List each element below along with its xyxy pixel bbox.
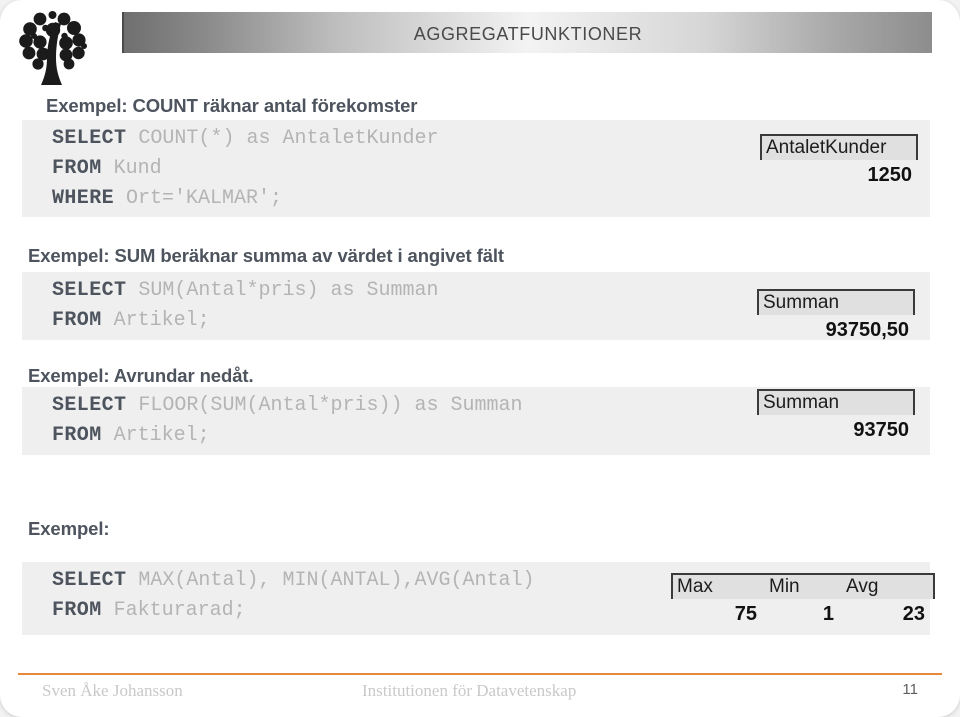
table-header-row: Max Min Avg [671, 573, 935, 599]
table-row: 75 1 23 [671, 599, 935, 629]
example-heading-floor: Exempel: Avrundar nedåt. [28, 365, 254, 386]
table-header-row: AntaletKunder [760, 134, 918, 160]
result-table-sum: Summan 93750,50 [757, 289, 915, 345]
sql-body: FLOOR(SUM(Antal*pris)) as Summan [126, 394, 523, 417]
sql-keyword: SELECT [52, 127, 127, 150]
page-number: 11 [902, 681, 918, 698]
footer-department: Institutionen för Datavetenskap [362, 681, 577, 700]
sql-keyword: SELECT [52, 394, 127, 417]
column-header: Min [769, 576, 800, 597]
sql-body: Fakturarad; [101, 599, 246, 622]
column-header: AntaletKunder [766, 137, 887, 158]
table-row: 1250 [760, 160, 918, 190]
tree-logo-icon [14, 6, 92, 88]
page-title: Aggregatfunktioner [413, 18, 643, 46]
table-row: 93750,50 [757, 315, 915, 345]
table-row: 93750 [757, 415, 915, 445]
sql-keyword: FROM [52, 424, 102, 447]
slide-header: Aggregatfunktioner [0, 0, 960, 92]
cell-value: 93750,50 [825, 318, 909, 341]
sql-body: COUNT(*) as AntaletKunder [126, 127, 439, 150]
column-header: Avg [846, 576, 879, 597]
sql-body: Kund [101, 157, 162, 180]
table-header-row: Summan [757, 289, 915, 315]
example-heading-aggregates: Exempel: [28, 518, 110, 539]
cell-value: 75 [734, 602, 757, 625]
column-header: Summan [763, 292, 840, 313]
title-bar: Aggregatfunktioner [122, 12, 932, 53]
result-table-floor: Summan 93750 [757, 389, 915, 445]
sql-keyword: WHERE [52, 187, 115, 210]
example-heading-sum: Exempel: SUM beräknar summa av värdet i … [28, 245, 504, 266]
sql-body: MAX(Antal), MIN(ANTAL),AVG(Antal) [126, 569, 535, 592]
sql-keyword: FROM [52, 599, 102, 622]
slide-canvas: Aggregatfunktioner Exempel: COUNT räknar… [0, 0, 960, 717]
sql-keyword: FROM [52, 309, 102, 332]
sql-keyword: SELECT [52, 569, 127, 592]
result-table-count: AntaletKunder 1250 [760, 134, 918, 190]
sql-body: Ort='KALMAR'; [114, 187, 283, 210]
footer-divider [18, 673, 942, 675]
cell-value: 23 [902, 602, 925, 625]
sql-keyword: FROM [52, 157, 102, 180]
cell-value: 93750 [853, 418, 909, 441]
table-header-row: Summan [757, 389, 915, 415]
column-header: Max [677, 576, 713, 597]
example-heading-count: Exempel: COUNT räknar antal förekomster [46, 95, 418, 116]
sql-body: SUM(Antal*pris) as Summan [126, 279, 439, 302]
sql-body: Artikel; [101, 424, 210, 447]
footer-author: Sven Åke Johansson [42, 681, 183, 700]
result-table-aggregates: Max Min Avg 75 1 23 [671, 573, 935, 629]
cell-value: 1250 [867, 163, 913, 186]
sql-keyword: SELECT [52, 279, 127, 302]
column-header: Summan [763, 392, 840, 413]
sql-body: Artikel; [101, 309, 210, 332]
cell-value: 1 [822, 602, 834, 625]
